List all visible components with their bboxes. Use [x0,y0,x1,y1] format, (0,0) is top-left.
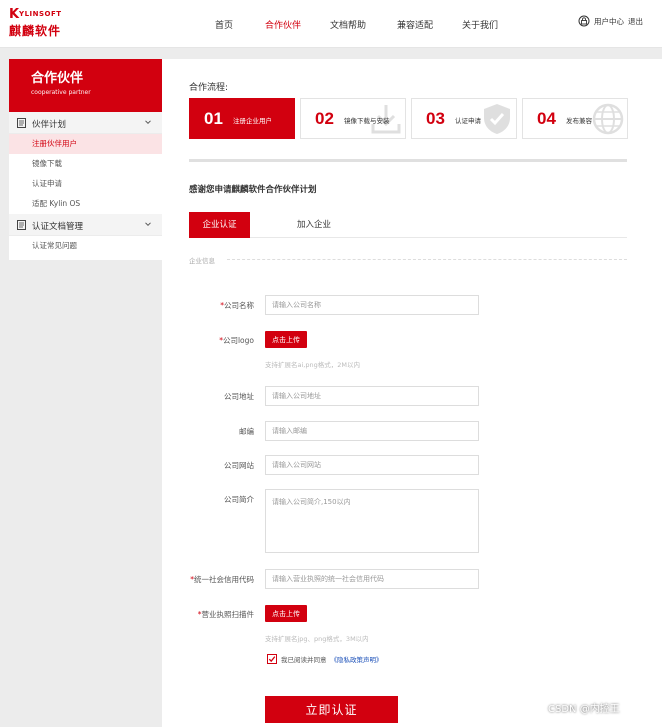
sidebar-item-cert-apply[interactable]: 认证申请 [9,174,162,194]
globe-icon [591,102,625,138]
thanks-heading: 感谢您申请麒麟软件合作伙伴计划 [189,185,317,195]
credit-code-input[interactable] [265,569,479,589]
nav-compat[interactable]: 兼容适配 [397,18,433,31]
step-cert[interactable]: 03 认证申请 [411,98,517,139]
nav-about[interactable]: 关于我们 [462,18,498,31]
sidebar-subtitle: cooperative partner [31,89,91,96]
privacy-policy-link[interactable]: 《隐私政策声明》 [331,654,383,664]
agree-checkbox[interactable] [267,654,277,664]
step-number: 04 [537,109,556,128]
sidebar-group-label: 认证文档管理 [32,222,84,232]
flow-title: 合作流程: [189,83,229,93]
company-name-input[interactable] [265,295,479,315]
license-upload-button[interactable]: 点击上传 [265,605,307,622]
step-publish[interactable]: 04 发布兼容 [522,98,628,139]
sidebar-empty-area [9,260,162,727]
nav-home[interactable]: 首页 [215,18,233,31]
company-address-label: 公司地址 [224,392,254,401]
step-label: 认证申请 [455,117,481,125]
agreement-row: 我已阅读并同意 《隐私政策声明》 [267,654,383,664]
tab-bar: 企业认证 加入企业 [189,212,627,238]
credit-code-label: *统一社会信用代码 [190,575,254,584]
step-register[interactable]: 01 注册企业用户 [189,98,295,139]
logo-name-en: YLINSOFT [19,10,62,18]
main-content: 合作流程: 01 注册企业用户 02 镜像下载与安装 03 认证申请 04 发布… [162,59,662,727]
sidebar-item-adapt-kylin[interactable]: 适配 Kylin OS [9,194,162,214]
section-label: 企业信息 [189,257,215,265]
user-icon[interactable] [578,15,590,27]
chevron-down-icon [144,220,152,230]
license-label: *营业执照扫描件 [197,610,254,619]
sidebar-group-partner-plan[interactable]: 伙伴计划 [9,112,162,134]
logo-upload-hint: 支持扩展名ai,png格式，2M以内 [265,361,360,369]
nav-docs[interactable]: 文档帮助 [330,18,366,31]
progress-divider [189,159,627,162]
website-input[interactable] [265,455,479,475]
agree-text: 我已阅读并同意 [281,656,327,664]
step-label: 注册企业用户 [233,117,272,125]
tab-join-enterprise[interactable]: 加入企业 [284,212,344,238]
intro-textarea[interactable] [265,489,479,553]
sidebar-title: 合作伙伴 [31,71,84,86]
intro-label: 公司简介 [224,495,254,504]
company-address-input[interactable] [265,386,479,406]
chevron-down-icon [144,118,152,128]
step-number: 03 [426,109,445,128]
sidebar-item-image-download[interactable]: 镜像下载 [9,154,162,174]
csdn-watermark: CSDN @内控王 [548,704,620,715]
check-icon [268,656,276,663]
company-name-label: *公司名称 [220,301,254,310]
shield-check-icon [480,102,514,138]
postal-code-input[interactable] [265,421,479,441]
user-center-link[interactable]: 用户中心 [594,16,624,27]
step-download[interactable]: 02 镜像下载与安装 [300,98,406,139]
submit-cert-button[interactable]: 立即认证 [265,696,398,723]
section-divider [227,259,627,260]
step-number: 01 [204,109,223,128]
user-area: 用户中心 退出 [578,15,643,27]
document-icon [17,118,26,130]
sidebar-item-cert-faq[interactable]: 认证常见问题 [9,236,162,256]
logout-link[interactable]: 退出 [628,16,643,27]
logo-name-cn: 麒麟软件 [9,24,62,38]
sidebar-group-cert-docs[interactable]: 认证文档管理 [9,214,162,236]
tab-enterprise-cert[interactable]: 企业认证 [189,212,250,238]
sidebar-header: 合作伙伴 cooperative partner [9,59,162,112]
license-upload-hint: 支持扩展名jpg、png格式，3M以内 [265,635,369,643]
sidebar-item-register-user[interactable]: 注册伙伴用户 [9,134,162,154]
document-icon [17,220,26,232]
nav-partners[interactable]: 合作伙伴 [265,18,301,31]
website-label: 公司网站 [224,461,254,470]
logo-mark: K [9,7,20,22]
step-label: 发布兼容 [566,117,592,125]
company-logo-label: *公司logo [219,336,254,345]
sidebar: 合作伙伴 cooperative partner 伙伴计划 注册伙伴用户 镜像下… [9,59,162,727]
sidebar-group-label: 伙伴计划 [32,120,67,130]
step-number: 02 [315,109,334,128]
logo-upload-button[interactable]: 点击上传 [265,331,307,348]
top-header: K YLINSOFT 麒麟软件 首页 合作伙伴 文档帮助 兼容适配 关于我们 用… [0,0,662,48]
step-label: 镜像下载与安装 [344,117,390,125]
postal-code-label: 邮编 [239,427,254,436]
